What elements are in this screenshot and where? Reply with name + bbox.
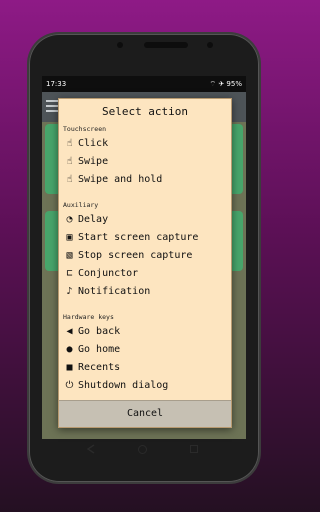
- status-bar: 17:33 ⌔ ✈ 95%: [42, 76, 246, 92]
- action-click[interactable]: ☝ Click: [63, 136, 227, 152]
- camera-icon: ▣: [66, 232, 73, 243]
- menu-icon[interactable]: [46, 100, 58, 112]
- action-conjunctor[interactable]: ⊏ Conjunctor: [63, 266, 227, 282]
- dialog-footer: Cancel: [59, 400, 231, 427]
- back-arrow-icon: ◀: [66, 326, 73, 337]
- nav-home-icon[interactable]: [138, 445, 147, 454]
- speaker-grille: [144, 42, 188, 48]
- section-auxiliary: Auxiliary: [63, 201, 99, 209]
- phone-nav-bar: [86, 442, 202, 456]
- nav-recents-icon[interactable]: [190, 445, 198, 453]
- home-circle-icon: ●: [66, 344, 73, 355]
- action-stop-screen-capture[interactable]: ▧ Stop screen capture: [63, 248, 227, 264]
- action-go-back[interactable]: ◀ Go back: [63, 324, 227, 340]
- camera-off-icon: ▧: [66, 250, 73, 261]
- action-swipe-and-hold[interactable]: ☝ Swipe and hold: [63, 172, 227, 188]
- select-action-dialog: Select action Touchscreen ☝ Click ☝ Swipe …: [58, 98, 232, 428]
- cancel-button[interactable]: Cancel: [59, 401, 231, 427]
- status-indicators: ⌔ ✈ 95%: [209, 80, 242, 88]
- hand-tap-icon: ☝: [66, 138, 73, 149]
- conjunctor-icon: ⊏: [66, 268, 73, 279]
- section-touchscreen: Touchscreen: [63, 125, 107, 133]
- action-notification[interactable]: ♪ Notification: [63, 284, 227, 300]
- action-delay[interactable]: ◔ Delay: [63, 212, 227, 228]
- sensor-icon: [207, 42, 213, 48]
- status-time: 17:33: [46, 80, 67, 88]
- section-hardware-keys: Hardware keys: [63, 313, 114, 321]
- hand-swipe-icon: ☝: [66, 156, 73, 167]
- action-shutdown-dialog[interactable]: ⏻ Shutdown dialog: [63, 378, 227, 394]
- bell-icon: ♪: [66, 286, 73, 297]
- action-start-screen-capture[interactable]: ▣ Start screen capture: [63, 230, 227, 246]
- timer-icon: ◔: [66, 214, 73, 225]
- action-go-home[interactable]: ● Go home: [63, 342, 227, 358]
- action-recents[interactable]: ■ Recents: [63, 360, 227, 376]
- hand-hold-icon: ☝: [66, 174, 73, 185]
- action-swipe[interactable]: ☝ Swipe: [63, 154, 227, 170]
- camera-icon: [117, 42, 123, 48]
- recents-square-icon: ■: [66, 362, 73, 373]
- nav-back-icon[interactable]: [86, 444, 96, 454]
- power-icon: ⏻: [65, 380, 74, 391]
- dialog-title: Select action: [101, 105, 189, 118]
